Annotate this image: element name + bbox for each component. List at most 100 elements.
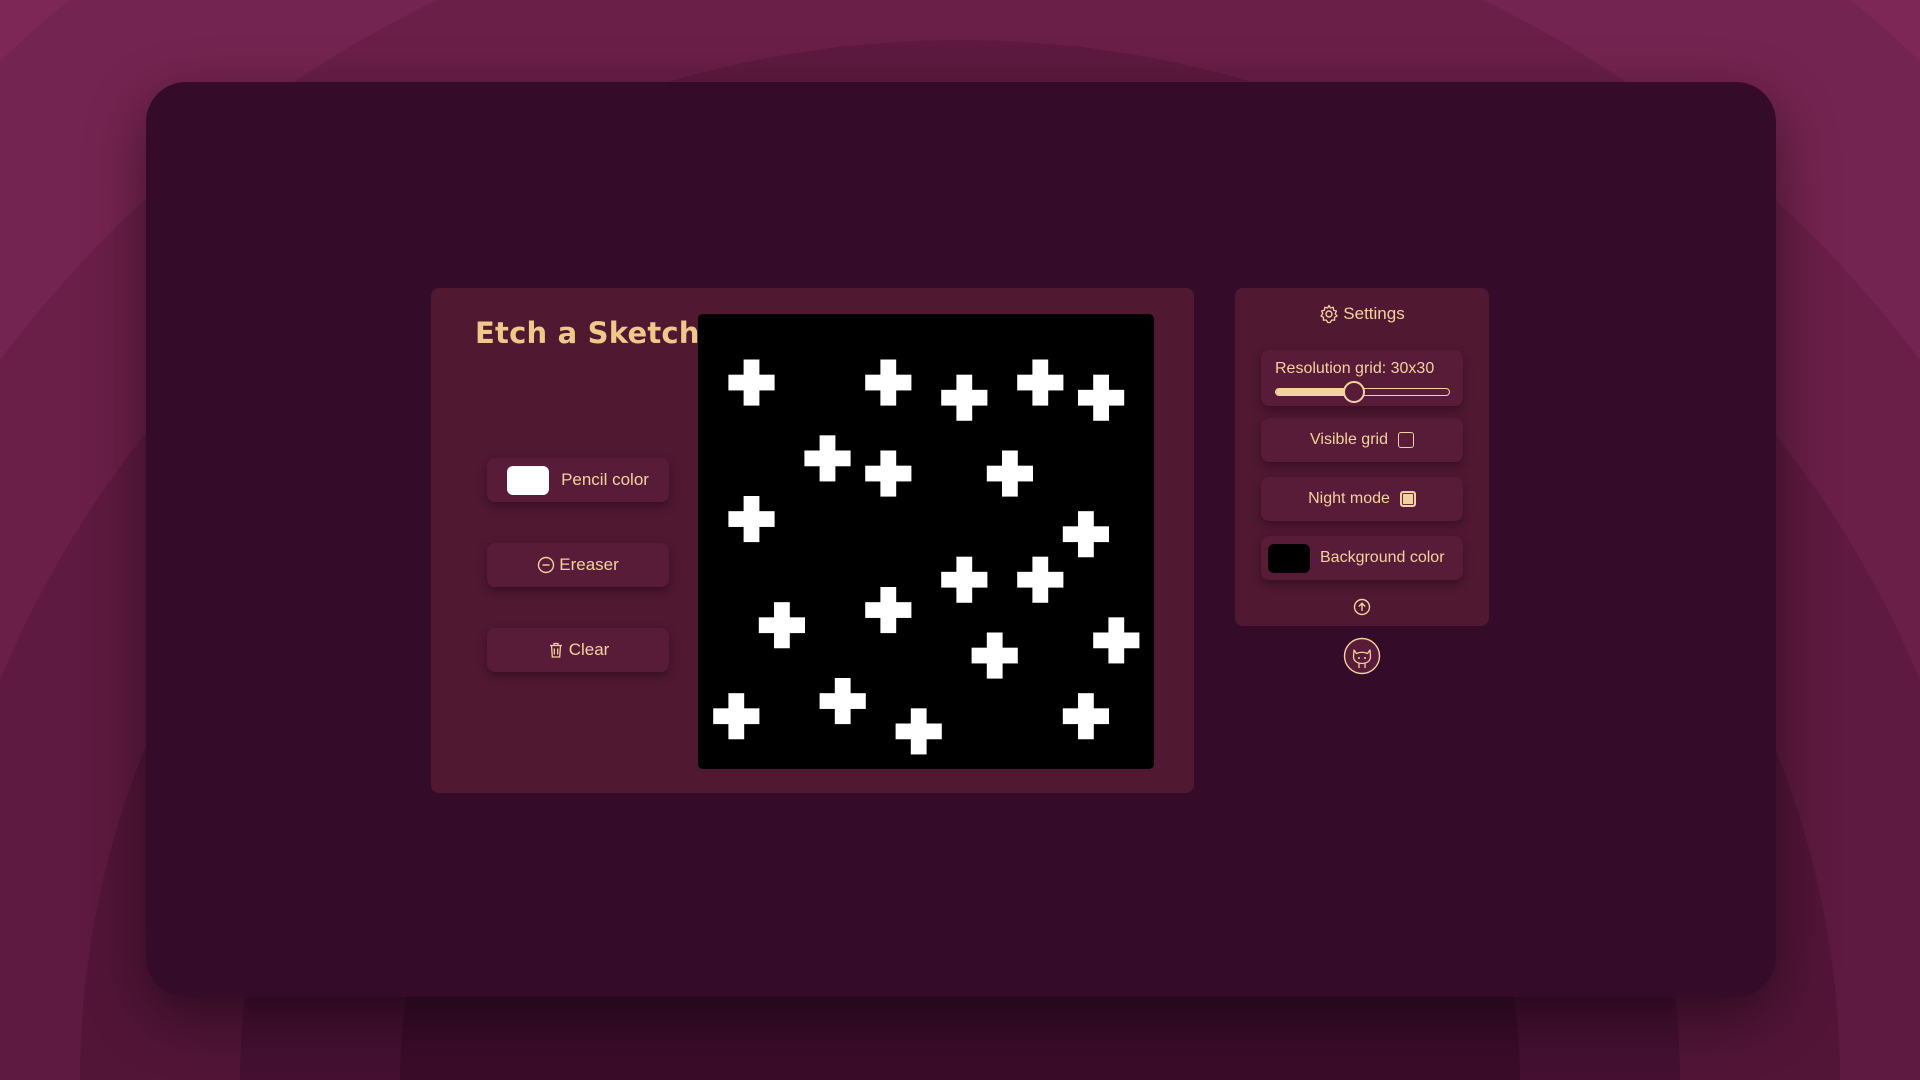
painted-cell	[880, 450, 897, 467]
visible-grid-toggle[interactable]: Visible grid	[1261, 418, 1463, 462]
night-mode-toggle[interactable]: Night mode	[1261, 477, 1463, 521]
painted-cell	[1108, 617, 1125, 634]
painted-cell	[728, 511, 745, 527]
painted-cell	[743, 496, 760, 512]
painted-cell	[895, 602, 912, 618]
painted-cell	[1047, 571, 1064, 588]
visible-grid-checkbox[interactable]	[1397, 432, 1414, 448]
night-mode-checkbox[interactable]	[1399, 491, 1416, 507]
painted-cell	[774, 602, 790, 618]
background-color-swatch[interactable]	[1268, 543, 1310, 573]
settings-header: Settings	[1235, 304, 1489, 324]
painted-cell	[758, 617, 775, 634]
painted-plus-11	[1017, 556, 1064, 603]
painted-cell	[1002, 647, 1018, 664]
painted-cell	[1002, 465, 1018, 482]
painted-cell	[758, 374, 775, 391]
painted-cell	[1032, 556, 1049, 573]
painted-plus-2	[1017, 359, 1064, 406]
painted-plus-5	[804, 435, 851, 482]
settings-panel: Settings Resolution grid: 30x30 Visible …	[1235, 288, 1489, 626]
painted-cell	[956, 587, 973, 603]
clear-label: Clear	[568, 640, 610, 659]
eraser-label: Ereaser	[559, 555, 619, 574]
visible-grid-label: Visible grid	[1310, 431, 1388, 448]
resolution-slider[interactable]	[1275, 381, 1450, 403]
painted-cell	[956, 389, 973, 406]
painted-cell	[1123, 632, 1140, 649]
painted-cell	[941, 389, 957, 406]
painted-cell	[880, 480, 897, 497]
painted-plus-12	[865, 587, 912, 634]
painted-cell	[1032, 571, 1049, 588]
painted-cell	[1078, 389, 1094, 406]
painted-cell	[880, 359, 897, 376]
gear-icon	[1319, 304, 1339, 324]
pencil-color-button[interactable]: Pencil color	[487, 458, 669, 502]
painted-cell	[865, 374, 881, 391]
trash-icon	[547, 641, 565, 659]
painted-cell	[1108, 632, 1125, 649]
painted-cell	[834, 693, 851, 709]
painted-cell	[1078, 708, 1094, 725]
painted-plus-14	[1093, 617, 1140, 664]
painted-cell	[743, 708, 760, 725]
painted-cell	[1078, 511, 1094, 527]
painted-cell	[758, 511, 775, 527]
painted-cell	[774, 632, 790, 649]
pencil-color-swatch[interactable]	[507, 465, 550, 495]
painted-cell	[1062, 526, 1079, 543]
painted-cell	[728, 723, 745, 740]
painted-cell	[1047, 374, 1064, 391]
painted-plus-4	[1078, 374, 1125, 421]
painted-cell	[1002, 480, 1018, 497]
drawing-canvas[interactable]	[698, 314, 1154, 769]
painted-cell	[743, 389, 760, 406]
painted-plus-17	[713, 693, 760, 740]
painted-cell	[1017, 374, 1033, 391]
painted-cell	[819, 693, 836, 709]
painted-cell	[926, 723, 942, 740]
painted-plus-13	[758, 602, 805, 649]
painted-cell	[910, 723, 927, 740]
painted-cell	[986, 662, 1003, 679]
painted-cell	[971, 571, 988, 588]
painted-cell	[819, 465, 836, 482]
painted-cell	[1093, 708, 1109, 725]
painted-plus-0	[728, 359, 775, 406]
painted-cell	[1078, 723, 1094, 740]
painted-cell	[895, 374, 912, 391]
painted-cell	[895, 723, 912, 740]
painted-cell	[956, 571, 973, 588]
resolution-slider-thumb[interactable]	[1342, 381, 1365, 403]
painted-cell	[789, 617, 805, 634]
painted-cell	[941, 571, 957, 588]
painted-cell	[910, 738, 927, 755]
pencil-color-label: Pencil color	[561, 470, 649, 489]
sketch-panel: Etch a Sketch Pencil color Ereaser Clear	[431, 288, 1194, 793]
painted-cell	[1108, 389, 1125, 406]
arrow-up-circle-icon[interactable]	[1353, 598, 1371, 621]
background-color-label: Background color	[1320, 549, 1445, 566]
resolution-label: Resolution grid: 30x30	[1275, 360, 1435, 377]
painted-cell	[880, 602, 897, 618]
painted-cell	[956, 405, 973, 421]
painted-plus-6	[865, 450, 912, 497]
background-color-button[interactable]: Background color	[1261, 536, 1463, 580]
painted-cell	[1032, 374, 1049, 391]
painted-cell	[880, 374, 897, 391]
eraser-button[interactable]: Ereaser	[487, 543, 669, 587]
painted-cell	[728, 374, 745, 391]
github-icon[interactable]	[1343, 637, 1381, 680]
painted-cell	[880, 587, 897, 603]
painted-cell	[865, 602, 881, 618]
painted-cell	[1093, 526, 1109, 543]
painted-cell	[1002, 450, 1018, 467]
painted-cell	[713, 708, 729, 725]
painted-cell	[834, 450, 851, 467]
clear-button[interactable]: Clear	[487, 628, 669, 672]
painted-cell	[986, 632, 1003, 649]
painted-cell	[1093, 389, 1109, 406]
painted-cell	[819, 450, 836, 467]
painted-plus-15	[971, 632, 1018, 679]
